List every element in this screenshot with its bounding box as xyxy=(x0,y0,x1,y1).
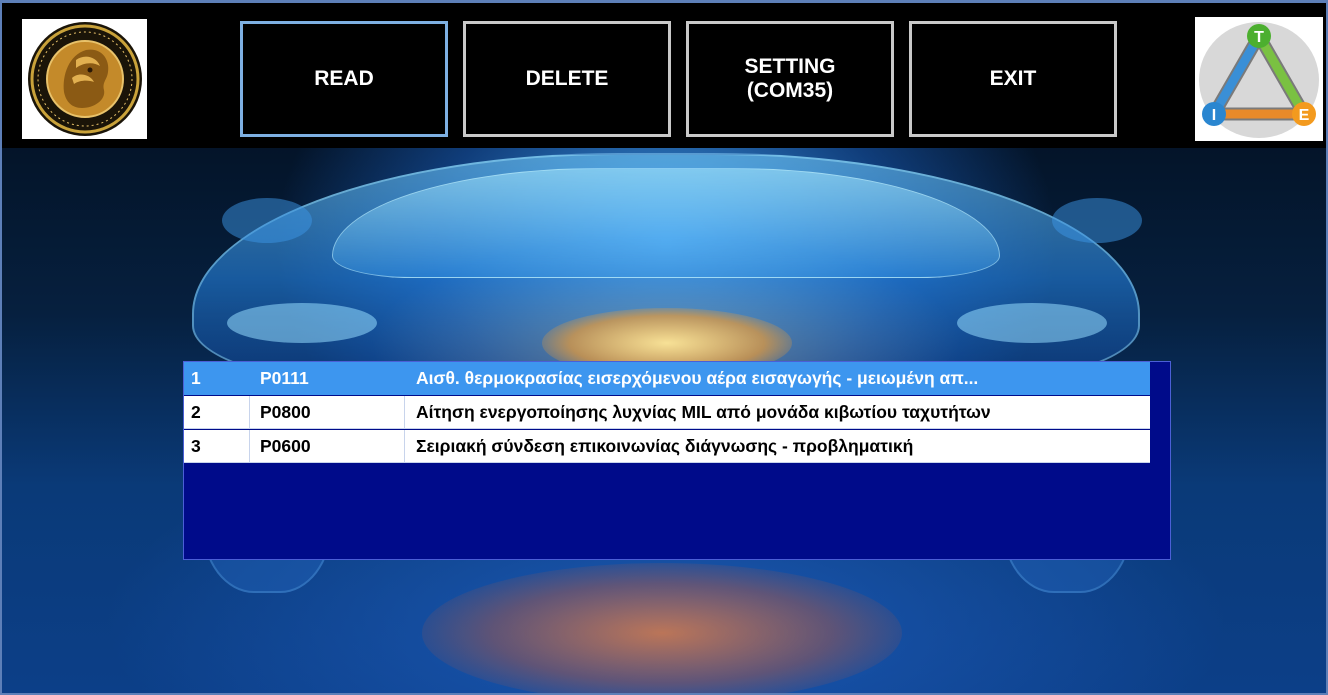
list-item[interactable]: 1 P0111 Αισθ. θερμοκρασίας εισερχόμενου … xyxy=(184,362,1150,395)
dtc-number: 1 xyxy=(184,362,250,395)
app-window: READ DELETE SETTING (COM35) EXIT T I E 1… xyxy=(0,0,1328,695)
dtc-number: 2 xyxy=(184,396,250,429)
delete-button[interactable]: DELETE xyxy=(463,21,671,137)
exit-button[interactable]: EXIT xyxy=(909,21,1117,137)
list-item[interactable]: 3 P0600 Σειριακή σύνδεση επικοινωνίας δι… xyxy=(184,430,1150,463)
car-exhaust-glow xyxy=(422,563,902,693)
setting-button[interactable]: SETTING (COM35) xyxy=(686,21,894,137)
dtc-list[interactable]: 1 P0111 Αισθ. θερμοκρασίας εισερχόμενου … xyxy=(183,361,1171,560)
university-seal-icon xyxy=(27,22,142,136)
tie-triangle-logo-icon: T I E xyxy=(1199,22,1319,138)
read-button[interactable]: READ xyxy=(240,21,448,137)
dtc-code: P0111 xyxy=(250,362,405,395)
tie-letter-t: T xyxy=(1254,29,1264,46)
university-seal-logo xyxy=(22,19,147,139)
car-headlight-left xyxy=(227,303,377,343)
car-mirror-right xyxy=(1052,198,1142,243)
dtc-description: Αισθ. θερμοκρασίας εισερχόμενου αέρα εισ… xyxy=(416,368,979,388)
tie-logo: T I E xyxy=(1195,17,1323,141)
dtc-code: P0800 xyxy=(250,396,405,429)
delete-button-label: DELETE xyxy=(525,66,609,90)
car-mirror-left xyxy=(222,198,312,243)
toolbar: READ DELETE SETTING (COM35) EXIT T I E xyxy=(2,3,1326,148)
tie-letter-e: E xyxy=(1299,107,1310,124)
read-button-label: READ xyxy=(314,66,374,90)
dtc-code: P0600 xyxy=(250,430,405,463)
dtc-number: 3 xyxy=(184,430,250,463)
car-headlight-right xyxy=(957,303,1107,343)
list-item[interactable]: 2 P0800 Αίτηση ενεργοποίησης λυχνίας MIL… xyxy=(184,396,1150,429)
exit-button-label: EXIT xyxy=(989,66,1037,90)
setting-button-label: SETTING (COM35) xyxy=(744,54,836,102)
dtc-description: Αίτηση ενεργοποίησης λυχνίας MIL από μον… xyxy=(416,402,991,422)
dtc-description: Σειριακή σύνδεση επικοινωνίας διάγνωσης … xyxy=(416,436,914,456)
tie-letter-i: I xyxy=(1212,107,1216,124)
